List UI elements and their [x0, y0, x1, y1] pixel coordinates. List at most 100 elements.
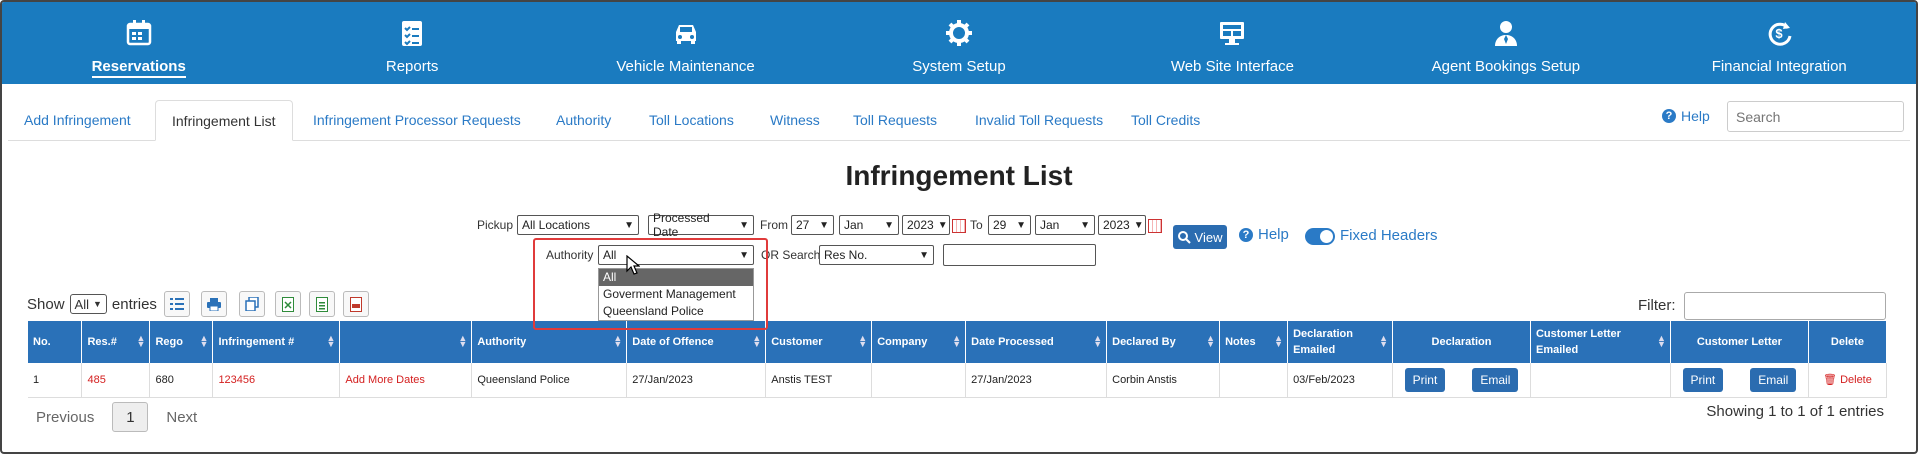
to-year-value: 2023	[1103, 218, 1130, 232]
declaration-print-button[interactable]: Print	[1404, 367, 1446, 392]
tab-authority[interactable]: Authority	[540, 100, 627, 141]
from-year-value: 2023	[907, 218, 934, 232]
tab-toll-locations[interactable]: Toll Locations	[633, 100, 750, 141]
view-button[interactable]: View	[1173, 225, 1227, 249]
col-company[interactable]: Company ▲ ▼	[871, 321, 967, 363]
add-more-dates-link[interactable]: Add More Dates	[339, 363, 473, 398]
cell-rego: 680	[149, 363, 214, 398]
monitor-icon	[1220, 22, 1245, 45]
fixed-headers-toggle[interactable]	[1305, 228, 1335, 245]
nav-financial-integration[interactable]: $ Financial Integration	[1643, 2, 1916, 84]
customer-letter-print-button[interactable]: Print	[1682, 367, 1724, 392]
cell-res-link[interactable]: 485	[81, 363, 151, 398]
tab-witness[interactable]: Witness	[754, 100, 836, 141]
nav-label: Agent Bookings Setup	[1431, 58, 1581, 75]
calendar-icon[interactable]	[1148, 219, 1162, 233]
sort-icon: ▲ ▼	[752, 333, 762, 349]
or-search-input[interactable]	[943, 244, 1096, 266]
calendar-icon[interactable]	[952, 219, 966, 233]
filter-label: Filter:	[1638, 297, 1676, 314]
chevron-down-icon: ▼	[937, 219, 948, 231]
cell-infringement-link[interactable]: 123456	[212, 363, 341, 398]
sort-icon: ▲ ▼	[458, 333, 468, 349]
csv-icon	[316, 296, 328, 312]
column-label: Declaration	[1431, 336, 1492, 348]
svg-text:$: $	[1776, 26, 1784, 41]
from-label: From	[760, 218, 788, 232]
date-type-select[interactable]: Processed Date ▼	[648, 211, 754, 239]
col-no[interactable]: No.	[28, 321, 83, 363]
tab-add-infringement[interactable]: Add Infringement	[8, 100, 147, 141]
tab-toll-requests[interactable]: Toll Requests	[837, 100, 953, 141]
col-res[interactable]: Res.# ▲ ▼	[81, 321, 151, 363]
page-title: Infringement List	[845, 160, 1073, 191]
cell-authority: Queensland Police	[471, 363, 628, 398]
col-customer-letter-emailed[interactable]: Customer Letter Emailed ▲ ▼	[1530, 321, 1671, 363]
column-visibility-button[interactable]	[164, 291, 190, 317]
pickup-select[interactable]: All Locations ▼	[517, 215, 639, 235]
col-customer[interactable]: Customer ▲ ▼	[765, 321, 873, 363]
delete-button[interactable]: 🗑 Delete	[1823, 374, 1872, 386]
from-day-select[interactable]: 27 ▼	[791, 215, 834, 235]
entries-label: entries	[111, 295, 157, 313]
sort-icon: ▲ ▼	[136, 333, 146, 349]
cell-processed-date: 27/Jan/2023	[965, 363, 1108, 398]
chevron-down-icon: ▼	[1016, 219, 1026, 231]
pdf-button[interactable]	[343, 291, 369, 317]
col-infringement[interactable]: Infringement # ▲ ▼	[212, 321, 341, 363]
print-button[interactable]	[201, 291, 227, 317]
to-day-select[interactable]: 29 ▼	[988, 215, 1031, 235]
col-date-processed[interactable]: Date Processed ▲ ▼	[965, 321, 1108, 363]
filter-help-link[interactable]: ? Help	[1239, 226, 1289, 243]
chevron-down-icon: ▼	[92, 299, 102, 309]
next-page-button[interactable]: Next	[166, 409, 197, 426]
sort-icon: ▲ ▼	[952, 333, 962, 349]
tab-bar: Add Infringement Infringement List Infri…	[8, 100, 1910, 141]
tab-toll-credits[interactable]: Toll Credits	[1115, 100, 1216, 141]
sort-icon: ▲ ▼	[199, 333, 209, 349]
from-month-value: Jan	[844, 218, 864, 232]
chevron-down-icon: ▼	[819, 219, 829, 231]
header-help-link[interactable]: ? Help	[1662, 108, 1710, 124]
page-length-select[interactable]: All ▼	[69, 294, 107, 314]
search-input[interactable]	[1727, 101, 1904, 132]
col-notes[interactable]: Notes ▲ ▼	[1219, 321, 1289, 363]
pickup-value: All Locations	[522, 218, 591, 232]
column-label: Declaration Emailed	[1293, 328, 1353, 356]
help-label: Help	[1258, 226, 1289, 243]
page-1-button[interactable]: 1	[112, 402, 149, 432]
tab-invalid-toll-requests[interactable]: Invalid Toll Requests	[959, 100, 1119, 141]
filter-input[interactable]	[1684, 292, 1886, 320]
date-type-value: Processed Date	[653, 211, 710, 239]
from-month-select[interactable]: Jan ▼	[839, 215, 899, 235]
customer-letter-email-button[interactable]: Email	[1750, 367, 1797, 392]
col-declared-by[interactable]: Declared By ▲ ▼	[1106, 321, 1221, 363]
previous-page-button[interactable]: Previous	[36, 409, 94, 426]
col-action[interactable]: ▲ ▼	[339, 321, 473, 363]
nav-web-site-interface[interactable]: Web Site Interface	[1096, 2, 1369, 84]
col-rego[interactable]: Rego ▲ ▼	[149, 321, 214, 363]
column-label: Notes	[1225, 336, 1256, 348]
nav-reservations[interactable]: Reservations	[2, 2, 275, 84]
excel-button[interactable]	[275, 291, 301, 317]
csv-button[interactable]	[309, 291, 335, 317]
to-month-select[interactable]: Jan ▼	[1035, 215, 1095, 235]
nav-reports[interactable]: Reports	[275, 2, 548, 84]
pdf-icon	[350, 296, 362, 312]
nav-label: Vehicle Maintenance	[616, 58, 755, 75]
to-year-select[interactable]: 2023 ▼	[1098, 215, 1146, 235]
tab-infringement-processor-requests[interactable]: Infringement Processor Requests	[297, 100, 537, 141]
calendar-icon	[126, 20, 151, 46]
tab-infringement-list[interactable]: Infringement List	[155, 100, 293, 141]
nav-vehicle-maintenance[interactable]: Vehicle Maintenance	[549, 2, 822, 84]
trash-icon: 🗑	[1823, 374, 1837, 387]
search-by-select[interactable]: Res No. ▼	[819, 245, 934, 265]
cell-customer-letter: Print Email	[1670, 363, 1809, 398]
sort-icon: ▲ ▼	[1206, 333, 1216, 349]
copy-button[interactable]	[239, 291, 265, 317]
nav-system-setup[interactable]: System Setup	[822, 2, 1095, 84]
from-year-select[interactable]: 2023 ▼	[902, 215, 950, 235]
declaration-email-button[interactable]: Email	[1472, 367, 1519, 392]
col-declaration-emailed[interactable]: Declaration Emailed ▲ ▼	[1287, 321, 1394, 363]
nav-agent-bookings-setup[interactable]: Agent Bookings Setup	[1369, 2, 1642, 84]
